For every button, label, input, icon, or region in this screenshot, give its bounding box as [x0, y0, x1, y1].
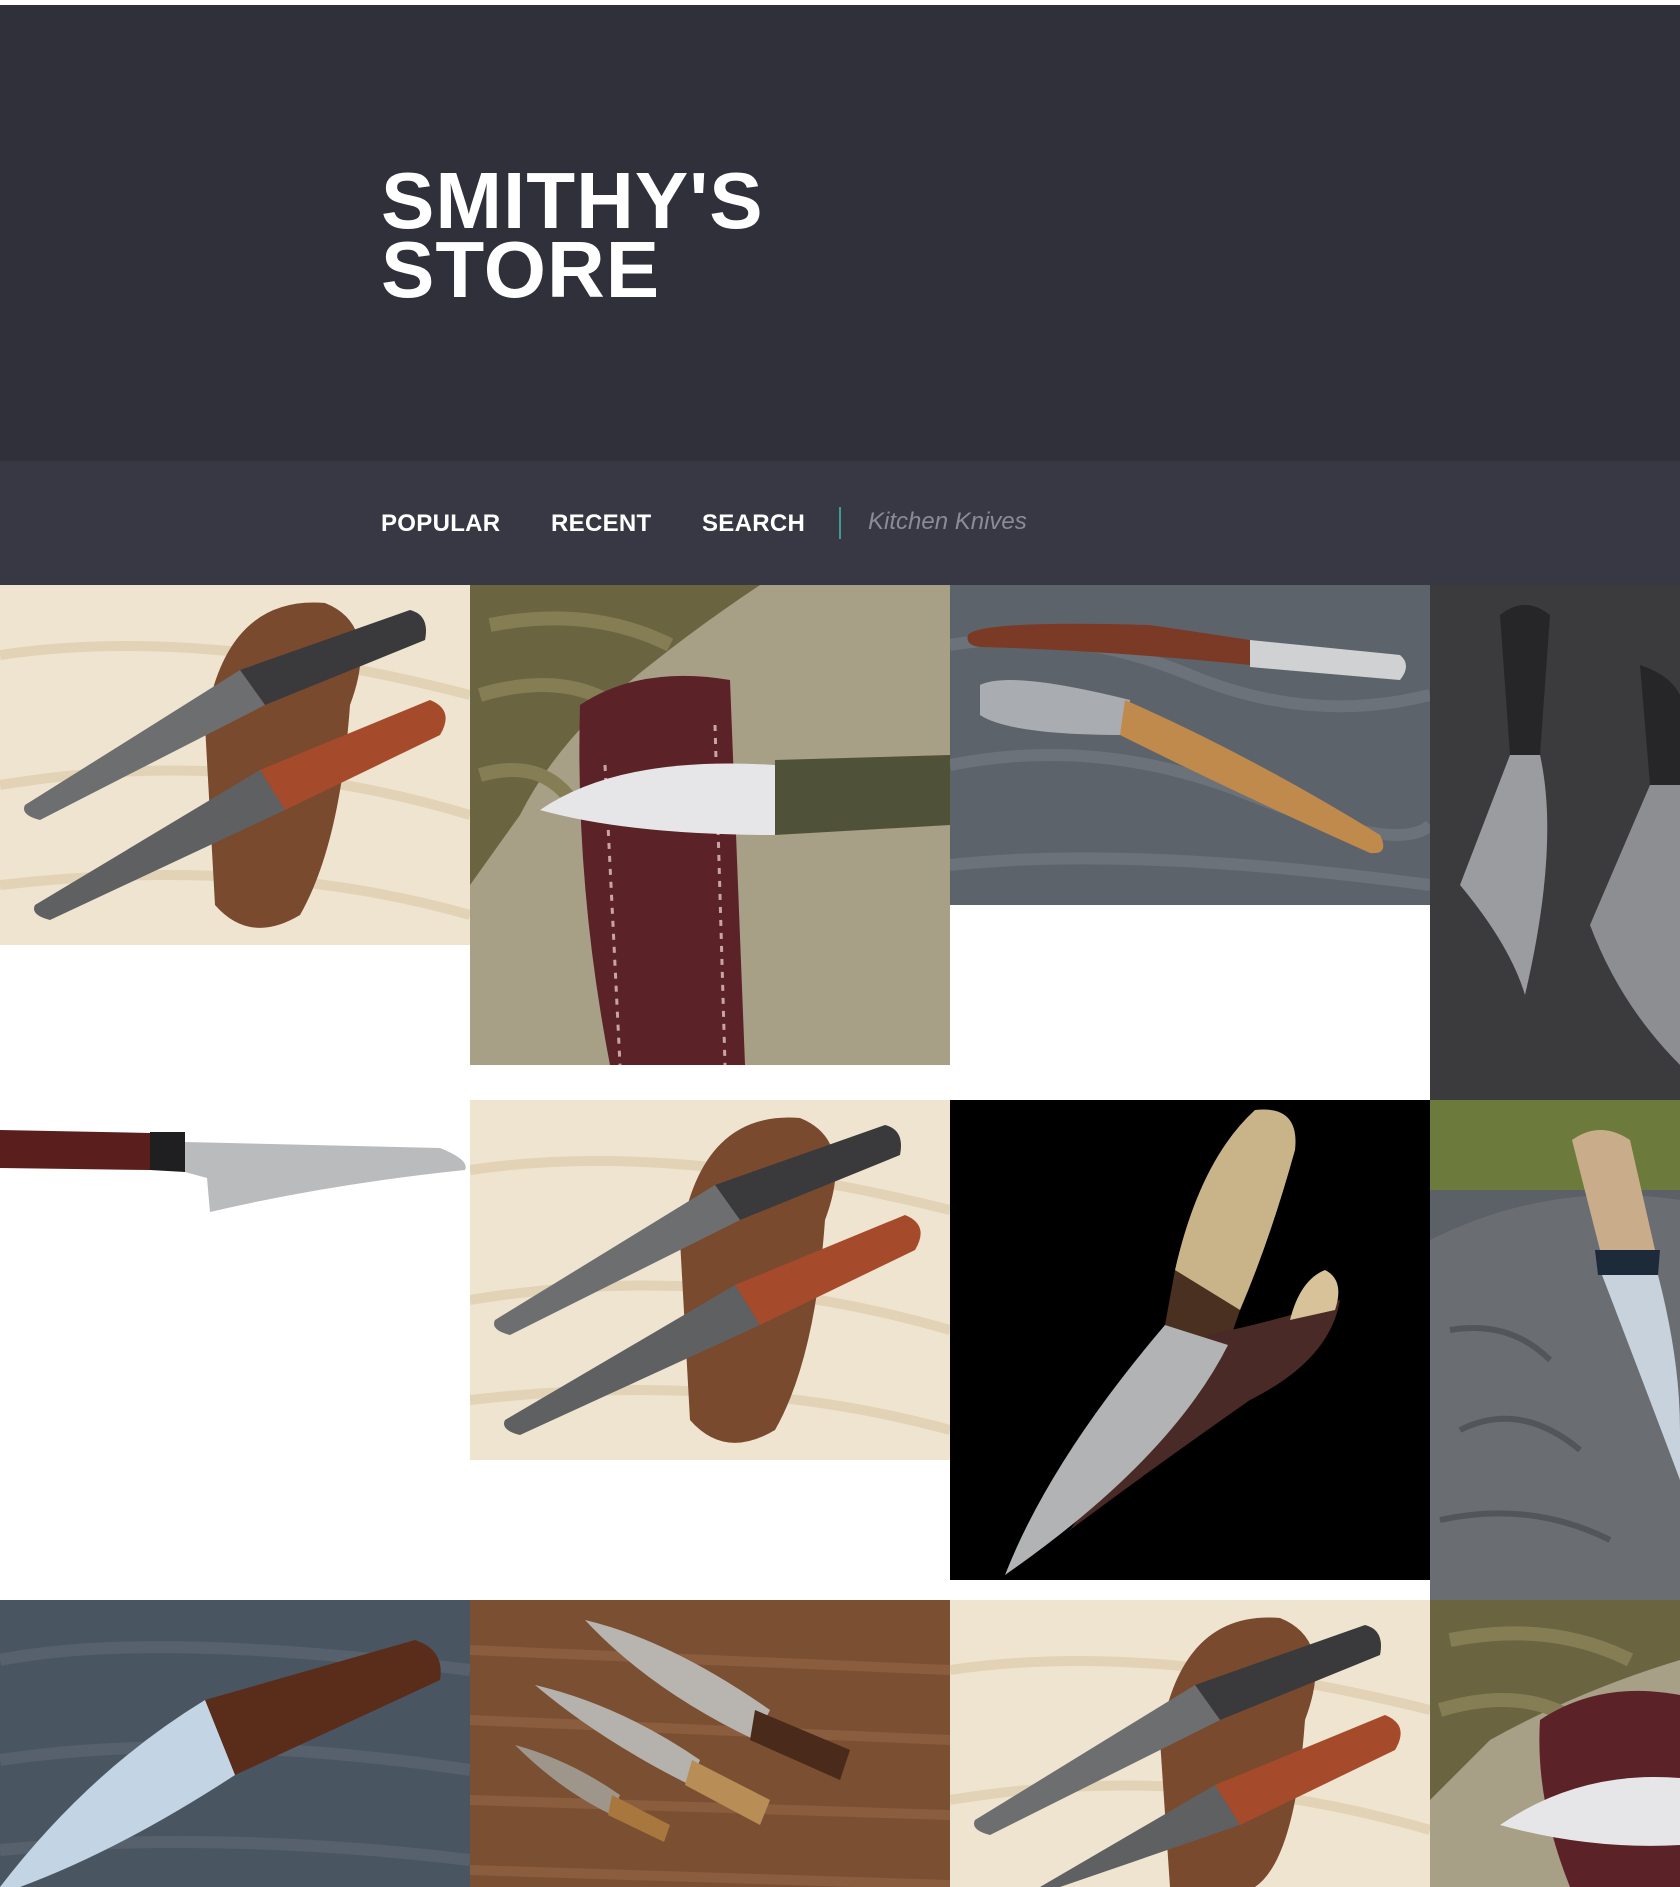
- gallery-tile-9[interactable]: [0, 1600, 470, 1887]
- header-banner: [0, 5, 1680, 461]
- chef-knife-stone-icon: [0, 1600, 470, 1887]
- gallery-tile-8[interactable]: [1430, 1100, 1680, 1600]
- nav-recent-link[interactable]: RECENT: [551, 510, 651, 538]
- gallery-tile-12[interactable]: [1430, 1600, 1680, 1887]
- puukko-knife-black-icon: [950, 1100, 1430, 1580]
- two-knives-leather-sheath-icon: [470, 1100, 950, 1460]
- nav-popular-link[interactable]: POPULAR: [381, 510, 500, 538]
- gallery-tile-4[interactable]: [1430, 585, 1680, 1100]
- knife-paracord-sheath-icon: [1430, 1600, 1680, 1887]
- gallery-tile-3[interactable]: [950, 585, 1430, 905]
- two-spreaders-slate-icon: [950, 585, 1430, 905]
- gallery-tile-10[interactable]: [470, 1600, 950, 1887]
- railroad-spike-knives-icon: [1430, 585, 1680, 1100]
- knife-paracord-sheath-icon: [470, 585, 950, 1065]
- store-title[interactable]: SMITHY'S STORE: [381, 161, 764, 314]
- nav-search-link[interactable]: SEARCH: [702, 510, 805, 538]
- search-input[interactable]: [862, 504, 1174, 540]
- gallery-tile-5[interactable]: [0, 1100, 470, 1240]
- knife-tree-stump-icon: [1430, 1100, 1680, 1600]
- gallery-tile-6[interactable]: [470, 1100, 950, 1460]
- nav-divider: [839, 507, 841, 539]
- two-knives-leather-sheath-icon: [0, 585, 470, 945]
- santoku-knife-icon: [0, 1100, 470, 1240]
- gallery-tile-7[interactable]: [950, 1100, 1430, 1580]
- gallery-tile-11[interactable]: [950, 1600, 1430, 1887]
- gallery-tile-1[interactable]: [0, 585, 470, 945]
- gallery-tile-2[interactable]: [470, 585, 950, 1065]
- damascus-knife-set-icon: [470, 1600, 950, 1887]
- store-title-line-2: STORE: [381, 225, 661, 314]
- two-knives-leather-sheath-icon: [950, 1600, 1430, 1887]
